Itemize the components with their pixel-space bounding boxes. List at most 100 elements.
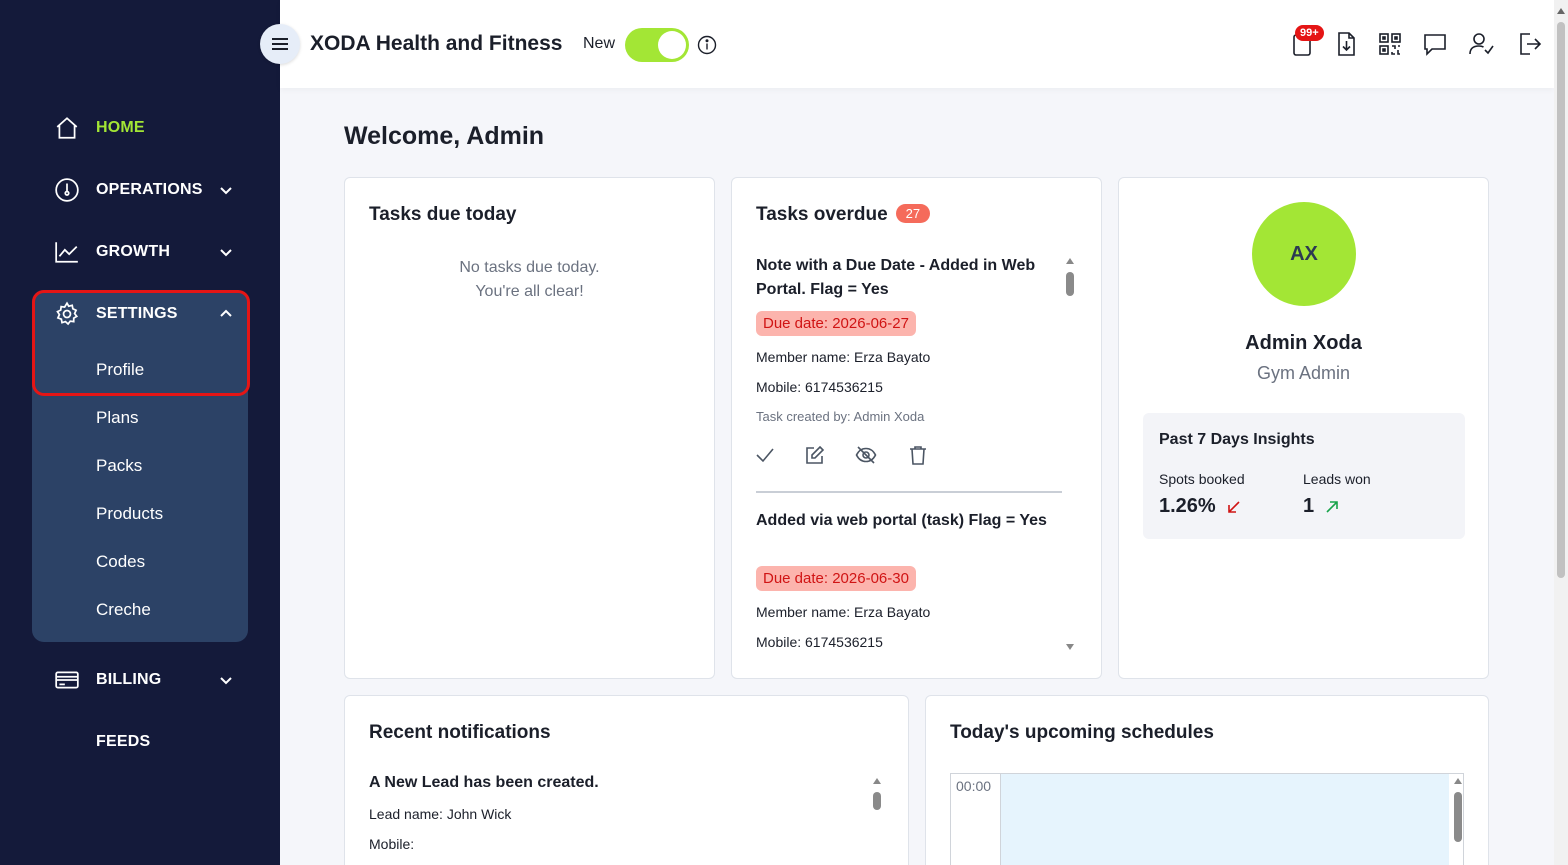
- chevron-down-icon: [218, 672, 234, 688]
- task-creator: Task created by: Admin Xoda: [756, 409, 925, 424]
- task-mobile: Mobile: 6174536215: [756, 634, 883, 650]
- insights-panel: Past 7 Days Insights Spots booked 1.26% …: [1143, 413, 1465, 539]
- avatar: AX: [1252, 202, 1356, 306]
- settings-submenu: Profile Plans Packs Products Codes Crech…: [32, 290, 248, 642]
- schedule-calendar[interactable]: 00:00: [950, 773, 1464, 865]
- due-date-badge: Due date: 2026-06-30: [756, 566, 916, 591]
- home-icon: [54, 115, 80, 141]
- profile-role: Gym Admin: [1256, 363, 1351, 383]
- credit-card-icon: [54, 667, 80, 693]
- scrollbar-thumb[interactable]: [1454, 792, 1462, 842]
- empty-state-message: No tasks due today. You're all clear!: [345, 256, 714, 304]
- sidebar-item-label: FEEDS: [96, 733, 151, 750]
- sidebar: HOME OPERATIONS GROWTH Profile Plans Pac…: [0, 0, 280, 865]
- profile-card: AX Admin Xoda Gym Admin Past 7 Days Insi…: [1118, 177, 1489, 679]
- empty-line-1: No tasks due today.: [459, 259, 600, 276]
- tasks-overdue-card: Tasks overdue 27 Note with a Due Date - A…: [731, 177, 1102, 679]
- sidebar-item-feeds[interactable]: FEEDS: [96, 727, 150, 757]
- notification-title: A New Lead has been created.: [369, 774, 599, 791]
- tasks-scrollbar[interactable]: [1065, 258, 1075, 653]
- task-member-name: Member name: Erza Bayato: [756, 604, 931, 620]
- sidebar-item-settings[interactable]: SETTINGS: [54, 299, 232, 329]
- qr-code-icon[interactable]: [1376, 30, 1404, 58]
- new-ui-toggle[interactable]: [625, 28, 689, 62]
- scroll-up-arrow[interactable]: [873, 778, 881, 784]
- arrow-down-left-icon: [1227, 500, 1240, 513]
- leads-won-value: 1: [1303, 495, 1340, 518]
- sidebar-item-operations[interactable]: OPERATIONS: [54, 175, 232, 205]
- submenu-item-profile[interactable]: Profile: [96, 360, 144, 380]
- gear-icon: [54, 301, 80, 327]
- edit-icon[interactable]: [804, 444, 826, 466]
- leads-won-label: Leads won: [1303, 471, 1371, 487]
- sidebar-item-label: OPERATIONS: [96, 181, 203, 198]
- sidebar-item-billing[interactable]: BILLING: [54, 665, 232, 695]
- sidebar-item-home[interactable]: HOME: [54, 113, 145, 143]
- schedule-scrollbar[interactable]: [1453, 778, 1463, 865]
- sidebar-item-label: GROWTH: [96, 243, 171, 260]
- sidebar-item-label: HOME: [96, 119, 145, 136]
- notification-mobile: Mobile:: [369, 836, 415, 852]
- schedule-slot[interactable]: [1001, 774, 1449, 865]
- time-slot-label: 00:00: [951, 774, 1001, 865]
- chart-line-icon: [54, 239, 80, 265]
- arrow-up-right-icon: [1326, 500, 1338, 513]
- eye-off-icon[interactable]: [855, 444, 877, 466]
- download-document-icon[interactable]: [1332, 30, 1360, 58]
- card-title: Today's upcoming schedules: [950, 722, 1214, 743]
- task-member-name: Member name: Erza Bayato: [756, 349, 931, 365]
- chat-icon[interactable]: [1421, 30, 1449, 58]
- spots-booked-number: 1.26%: [1159, 495, 1216, 517]
- notification-lead-name: Lead name: John Wick: [369, 806, 512, 822]
- card-title: Tasks due today: [369, 204, 517, 225]
- scrollbar-thumb[interactable]: [873, 792, 881, 810]
- sidebar-item-label: SETTINGS: [96, 305, 178, 322]
- tasks-due-today-card: Tasks due today No tasks due today. You'…: [344, 177, 715, 679]
- scroll-up-arrow[interactable]: [1557, 8, 1565, 14]
- notifications-scrollbar[interactable]: [872, 778, 882, 865]
- task-title: Note with a Due Date - Added in Web Port…: [756, 257, 1036, 298]
- new-toggle-label: New: [583, 35, 616, 52]
- due-date-badge: Due date: 2026-06-27: [756, 311, 916, 336]
- submenu-item-products[interactable]: Products: [96, 504, 163, 524]
- leads-won-number: 1: [1303, 495, 1315, 517]
- logout-icon[interactable]: [1516, 30, 1544, 58]
- chevron-down-icon: [218, 244, 234, 260]
- task-divider: [756, 491, 1062, 493]
- task-title: Added via web portal (task) Flag = Yes: [756, 512, 1047, 529]
- sidebar-item-label: BILLING: [96, 671, 162, 688]
- spots-booked-label: Spots booked: [1159, 471, 1245, 487]
- trash-icon[interactable]: [907, 444, 929, 466]
- menu-toggle-button[interactable]: [260, 24, 300, 64]
- gauge-icon: [54, 177, 80, 203]
- check-icon[interactable]: [754, 444, 776, 466]
- info-icon[interactable]: [697, 35, 717, 55]
- card-title: Tasks overdue 27: [756, 204, 931, 226]
- scroll-down-arrow[interactable]: [1066, 644, 1074, 650]
- scroll-up-arrow[interactable]: [1066, 258, 1074, 264]
- upcoming-schedules-card: Today's upcoming schedules 00:00: [925, 695, 1489, 865]
- user-check-icon[interactable]: [1467, 30, 1495, 58]
- submenu-item-packs[interactable]: Packs: [96, 456, 142, 476]
- insights-title: Past 7 Days Insights: [1159, 431, 1315, 448]
- task-mobile: Mobile: 6174536215: [756, 379, 883, 395]
- empty-line-2: You're all clear!: [475, 283, 584, 300]
- submenu-item-plans[interactable]: Plans: [96, 408, 139, 428]
- page-scrollbar[interactable]: [1554, 0, 1568, 865]
- sidebar-item-growth[interactable]: GROWTH: [54, 237, 232, 267]
- notification-count-badge: 99+: [1295, 25, 1324, 41]
- card-title: Recent notifications: [369, 722, 551, 743]
- submenu-item-creche[interactable]: Creche: [96, 600, 151, 620]
- profile-name: Admin Xoda: [1245, 332, 1362, 354]
- chevron-down-icon: [218, 182, 234, 198]
- scrollbar-thumb[interactable]: [1557, 22, 1565, 578]
- spots-booked-value: 1.26%: [1159, 495, 1242, 518]
- submenu-item-codes[interactable]: Codes: [96, 552, 145, 572]
- hamburger-icon: [272, 38, 288, 50]
- scroll-up-arrow[interactable]: [1454, 778, 1462, 784]
- overdue-count-badge: 27: [895, 204, 931, 223]
- app-title: XODA Health and Fitness: [310, 32, 563, 55]
- toggle-knob: [658, 31, 686, 59]
- scrollbar-thumb[interactable]: [1066, 272, 1074, 296]
- chevron-up-icon: [218, 306, 234, 322]
